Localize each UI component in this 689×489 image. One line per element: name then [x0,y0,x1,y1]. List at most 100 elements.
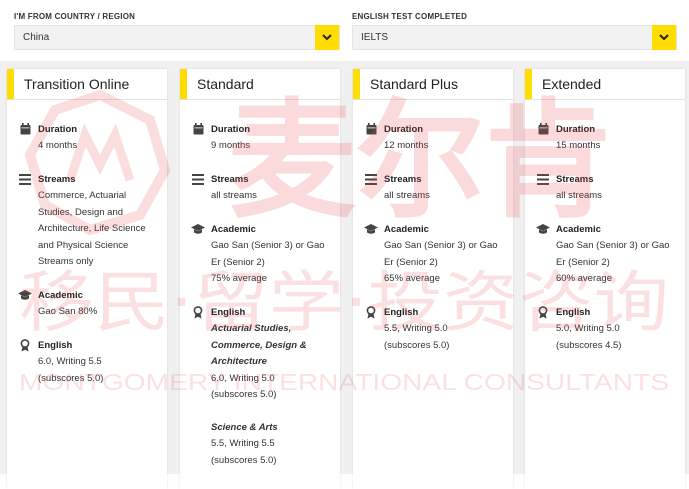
test-select[interactable]: IELTS [352,25,677,50]
country-select-value: China [23,32,50,43]
english-label: English [384,306,419,318]
english-section: English 6.0, Writing 5.5 (subscores 5.0) [18,338,157,387]
academic-value: Gao San (Senior 3) or Gao Er (Senior 2) … [384,238,503,288]
card-title: Standard [197,76,254,92]
test-select-value: IELTS [361,32,389,43]
list-icon [364,172,378,186]
calendar-icon [18,122,32,136]
streams-section: Streams all streams [191,172,330,205]
academic-section: Academic Gao San (Senior 3) or Gao Er (S… [536,222,675,288]
program-card-transition-online: Transition Online Duration 4 months Stre… [7,69,167,489]
academic-value: Gao San (Senior 3) or Gao Er (Senior 2) … [211,238,330,288]
streams-value: all streams [556,188,675,205]
english-subtitle: Actuarial Studies, [211,323,292,334]
english-line: (subscores 5.0) [384,339,450,351]
academic-value: Gao San 80% [38,304,157,321]
english-subtitle: Architecture [211,356,267,367]
english-value: Actuarial Studies, Commerce, Design & Ar… [211,321,330,469]
duration-label: Duration [211,123,251,135]
streams-section: Streams all streams [536,172,675,205]
test-filter-label: ENGLISH TEST COMPLETED [352,12,468,21]
chevron-down-icon[interactable] [315,25,339,50]
english-line: 6.0, Writing 5.5 [38,356,102,367]
program-card-extended: Extended Duration 15 months Streams all … [525,69,685,489]
graduation-cap-icon [536,222,550,236]
card-accent-bar [7,69,14,99]
graduation-cap-icon [18,288,32,302]
list-icon [191,172,205,186]
card-title: Extended [542,76,602,92]
academic-section: Academic Gao San (Senior 3) or Gao Er (S… [364,222,503,288]
card-header: Extended [525,69,685,100]
streams-line: Architecture, Life Science [38,223,146,234]
award-icon [18,338,32,352]
calendar-icon [364,122,378,136]
streams-value: all streams [211,188,330,205]
award-icon [536,305,550,319]
duration-section: Duration 15 months [536,122,675,155]
list-icon [536,172,550,186]
academic-value: Gao San (Senior 3) or Gao Er (Senior 2) … [556,238,675,288]
chevron-down-icon[interactable] [652,25,676,50]
streams-value: all streams [384,188,503,205]
english-line: (subscores 5.0) [211,454,277,466]
streams-line: Commerce, Actuarial [38,190,127,201]
english-section: English 5.0, Writing 5.0 (subscores 4.5) [536,305,675,354]
country-select[interactable]: China [14,25,340,50]
english-line: 5.0, Writing 5.0 [556,323,620,334]
academic-section: Academic Gao San 80% [18,288,157,321]
test-filter: ENGLISH TEST COMPLETED IELTS [352,11,677,50]
program-card-standard: Standard Duration 9 months Streams all s… [180,69,340,489]
english-line: (subscores 4.5) [556,339,622,351]
duration-section: Duration 12 months [364,122,503,155]
graduation-cap-icon [364,222,378,236]
academic-line: Er (Senior 2) [384,256,438,268]
filters-bar: I'M FROM COUNTRY / REGION China ENGLISH … [0,0,689,60]
academic-label: Academic [384,223,429,235]
academic-line: Er (Senior 2) [211,256,265,268]
streams-line: all streams [211,190,257,201]
streams-line: all streams [556,190,602,201]
academic-section: Academic Gao San (Senior 3) or Gao Er (S… [191,222,330,288]
academic-line: 75% average [211,273,267,284]
streams-label: Streams [384,173,422,185]
english-label: English [556,306,591,318]
program-cards: Transition Online Duration 4 months Stre… [0,61,689,489]
award-icon [191,305,205,319]
academic-line: Gao San (Senior 3) or Gao [211,240,325,251]
award-icon [364,305,378,319]
academic-line: Er (Senior 2) [556,256,610,268]
english-line: (subscores 5.0) [38,372,104,384]
duration-label: Duration [556,123,596,135]
duration-value: 4 months [38,140,78,151]
academic-label: Academic [556,223,601,235]
card-accent-bar [525,69,532,99]
streams-label: Streams [556,173,594,185]
duration-value: 15 months [556,140,601,151]
english-line: (subscores 5.0) [211,389,277,400]
academic-label: Academic [38,289,83,301]
academic-line: Gao San 80% [38,306,98,317]
duration-label: Duration [38,123,78,135]
english-subtitle: Science & Arts [211,421,278,433]
streams-line: and Physical Science [38,239,129,251]
calendar-icon [191,122,205,136]
graduation-cap-icon [191,222,205,236]
english-label: English [211,306,246,318]
card-header: Standard Plus [353,69,513,100]
duration-section: Duration 9 months [191,122,330,155]
streams-value: Commerce, Actuarial Studies, Design and … [38,188,157,271]
english-value: 6.0, Writing 5.5 (subscores 5.0) [38,354,157,387]
english-line: 5.5, Writing 5.0 [384,323,448,334]
country-filter: I'M FROM COUNTRY / REGION China [14,11,340,50]
list-icon [18,172,32,186]
card-header: Standard [180,69,340,100]
card-title: Standard Plus [370,76,458,92]
streams-line: all streams [384,190,430,201]
academic-line: Gao San (Senior 3) or Gao [384,240,498,251]
duration-label: Duration [384,123,424,135]
streams-line: Studies, Design and [38,206,124,218]
duration-value: 12 months [384,140,429,151]
streams-label: Streams [38,173,76,185]
english-section: English Actuarial Studies, Commerce, Des… [191,305,330,469]
